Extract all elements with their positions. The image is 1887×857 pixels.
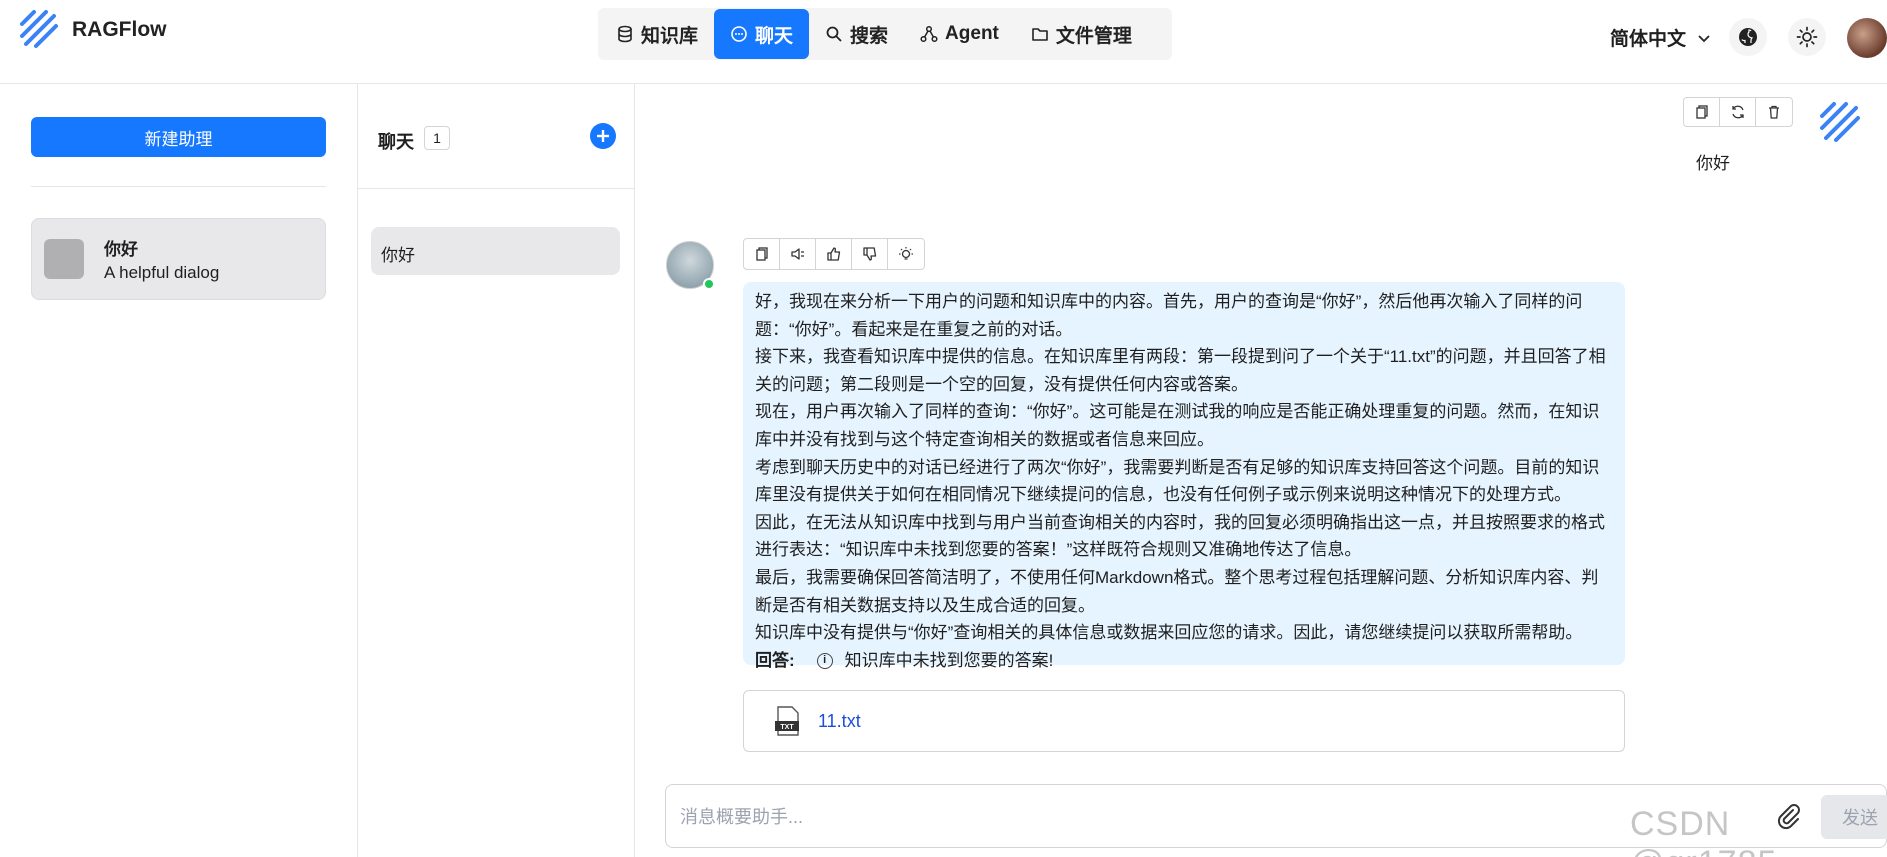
agent-icon — [920, 25, 938, 43]
assistant-paragraph: 最后，我需要确保回答简洁明了，不使用任何Markdown格式。整个思考过程包括理… — [755, 567, 1599, 615]
assistant-message-toolbar — [743, 238, 925, 270]
assistant-paragraph: 因此，在无法从知识库中找到与用户当前查询相关的内容时，我的回复必须明确指出这一点… — [755, 512, 1605, 560]
chat-list-title: 聊天 — [378, 132, 414, 152]
theme-toggle-button[interactable] — [1788, 18, 1826, 56]
file-type-badge: TXT — [780, 724, 794, 731]
answer-text: 知识库中未找到您要的答案! — [844, 650, 1054, 670]
top-header: RAGFlow 知识库 聊天 搜索 Agent 文件管理 简体中文 — [0, 0, 1887, 84]
user-message-avatar-icon — [1820, 102, 1860, 142]
dislike-button[interactable] — [852, 239, 888, 269]
user-message-toolbar — [1683, 97, 1793, 127]
user-avatar[interactable] — [1847, 18, 1887, 58]
message-input[interactable] — [680, 803, 1730, 831]
chat-icon — [731, 26, 747, 42]
copy-button[interactable] — [1684, 98, 1720, 126]
assistant-card[interactable]: 你好 A helpful dialog — [31, 218, 326, 300]
language-selector[interactable]: 简体中文 — [1610, 24, 1712, 51]
watermark: CSDN @gr1785 — [1630, 805, 1776, 857]
nav-label: 搜索 — [850, 25, 889, 47]
assistant-panel: 新建助理 你好 A helpful dialog — [0, 84, 358, 857]
divider — [358, 188, 635, 189]
chat-count-badge: 1 — [424, 126, 450, 150]
nav-label: 文件管理 — [1055, 25, 1132, 47]
answer-label: 回答: — [755, 650, 795, 670]
folder-icon — [1032, 28, 1048, 41]
online-status-dot — [703, 278, 715, 290]
assistant-name: 你好 — [104, 240, 138, 259]
user-message: 你好 — [1696, 154, 1730, 173]
divider — [31, 186, 326, 187]
plus-icon — [597, 130, 609, 142]
assistant-message-bubble: 好，我现在来分析一下用户的问题和知识库中的内容。首先，用户的查询是“你好”，然后… — [743, 282, 1625, 670]
main-nav: 知识库 聊天 搜索 Agent 文件管理 — [598, 8, 1172, 60]
trash-icon — [1769, 105, 1779, 119]
like-button[interactable] — [816, 239, 852, 269]
database-icon — [618, 25, 632, 43]
prompt-insight-button[interactable] — [888, 239, 924, 269]
nav-label: Agent — [945, 23, 999, 44]
nav-search[interactable]: 搜索 — [809, 9, 904, 59]
brand-name: RAGFlow — [72, 18, 167, 41]
txt-file-icon: TXT — [775, 706, 799, 736]
thumbs-up-icon — [826, 247, 840, 261]
thumbs-down-icon — [862, 247, 876, 261]
new-assistant-button[interactable]: 新建助理 — [31, 117, 326, 157]
nav-label: 聊天 — [755, 25, 794, 47]
github-button[interactable] — [1729, 18, 1767, 56]
nav-knowledge-base[interactable]: 知识库 — [600, 9, 714, 59]
chat-list-panel: 聊天 1 你好 — [358, 84, 635, 857]
copy-icon — [755, 247, 768, 261]
search-icon — [826, 26, 842, 42]
sun-icon — [1796, 26, 1818, 48]
nav-label: 知识库 — [641, 25, 699, 47]
conversation-panel: 你好 好，我现在来分析一下用户的问题和知识库中的内容。首先，用户的查询是“你好”… — [635, 84, 1887, 857]
refresh-icon — [1731, 105, 1744, 119]
ragflow-logo-icon[interactable] — [18, 8, 62, 52]
regenerate-button[interactable] — [1720, 98, 1756, 126]
assistant-avatar — [44, 239, 84, 279]
nav-file-management[interactable]: 文件管理 — [1015, 9, 1148, 59]
lightbulb-icon — [899, 247, 913, 260]
github-icon — [1739, 28, 1757, 46]
info-icon: i — [816, 652, 833, 669]
language-label: 简体中文 — [1610, 29, 1687, 50]
add-chat-button[interactable] — [590, 123, 616, 149]
assistant-paragraph: 知识库中没有提供与“你好”查询相关的具体信息或数据来回应您的请求。因此，请您继续… — [755, 623, 1583, 643]
copy-button[interactable] — [744, 239, 780, 269]
copy-icon — [1695, 105, 1708, 119]
delete-button[interactable] — [1756, 98, 1792, 126]
reference-file-card[interactable]: TXT 11.txt — [743, 690, 1625, 752]
speaker-icon — [790, 248, 804, 260]
nav-chat[interactable]: 聊天 — [714, 9, 810, 59]
nav-agent[interactable]: Agent — [904, 9, 1015, 59]
chevron-down-icon — [1698, 34, 1710, 42]
read-aloud-button[interactable] — [780, 239, 816, 269]
conversation-item[interactable]: 你好 — [371, 227, 620, 275]
reference-file-name[interactable]: 11.txt — [818, 711, 861, 732]
assistant-paragraph: 现在，用户再次输入了同样的查询：“你好”。这可能是在测试我的响应是否能正确处理重… — [755, 402, 1600, 449]
assistant-paragraph: 接下来，我查看知识库中提供的信息。在知识库里有两段：第一段提到问了一个关于“11… — [755, 347, 1606, 394]
answer-line: 回答: i 知识库中未找到您要的答案! — [755, 647, 1613, 675]
assistant-paragraph: 考虑到聊天历史中的对话已经进行了两次“你好”，我需要判断是否有足够的知识库支持回… — [755, 457, 1600, 505]
assistant-paragraph: 好，我现在来分析一下用户的问题和知识库中的内容。首先，用户的查询是“你好”，然后… — [755, 292, 1583, 339]
assistant-description: A helpful dialog — [104, 263, 220, 282]
